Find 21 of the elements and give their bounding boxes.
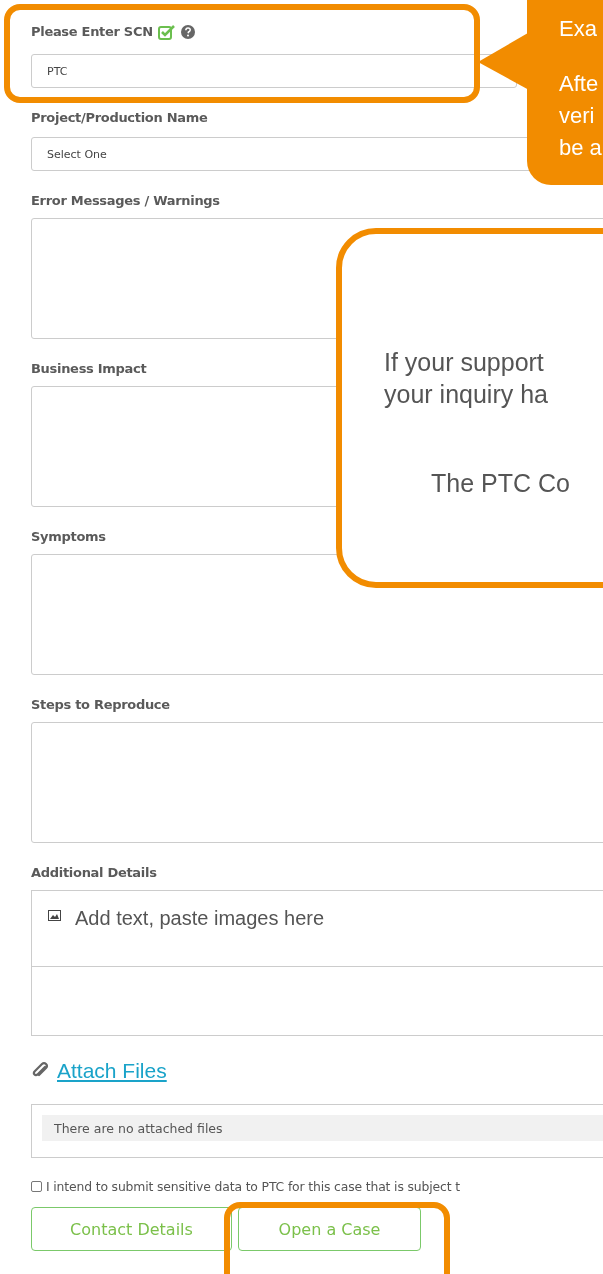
popup-text: If your support	[384, 347, 544, 378]
field-label: Symptoms	[31, 528, 106, 546]
field-label: Business Impact	[31, 360, 147, 378]
callout-text: Afte	[559, 70, 599, 98]
image-icon[interactable]	[48, 910, 61, 921]
editor-placeholder: Add text, paste images here	[75, 907, 325, 929]
field-label: Please Enter SCN	[31, 23, 153, 41]
rich-text-editor[interactable]: Add text, paste images here	[31, 890, 603, 1036]
field-label: Additional Details	[31, 864, 157, 882]
callout-text: be a	[559, 134, 602, 162]
field-label: Steps to Reproduce	[31, 696, 170, 714]
empty-files-message: There are no attached files	[42, 1115, 603, 1141]
field-label: Error Messages / Warnings	[31, 192, 220, 210]
popup-signature: The PTC Co	[431, 468, 570, 499]
consent-label: I intend to submit sensitive data to PTC for this case that is subject t	[46, 1178, 460, 1194]
checkbox[interactable]	[31, 1180, 42, 1192]
callout-text: veri	[559, 102, 595, 130]
popup-text: your inquiry ha	[384, 379, 548, 410]
help-icon[interactable]	[180, 25, 195, 39]
callout-text: Exa	[559, 15, 597, 43]
field-label: Project/Production Name	[31, 109, 208, 127]
